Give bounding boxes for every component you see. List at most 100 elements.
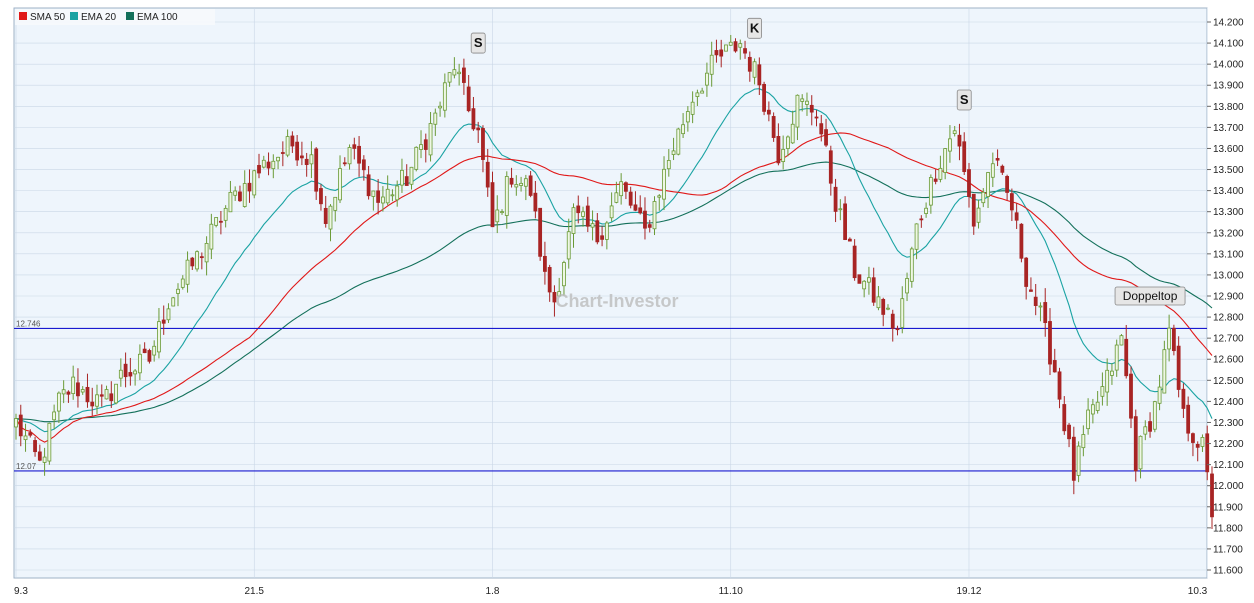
candle-body [357, 145, 361, 164]
candle-body [1143, 426, 1148, 435]
candle-body [33, 440, 37, 453]
annotation: K [747, 17, 762, 39]
candle-body [1086, 409, 1091, 430]
candle-body [714, 50, 719, 56]
candle-body [576, 205, 581, 214]
candle [171, 296, 176, 307]
candle-body [538, 207, 543, 257]
candle-body [847, 238, 852, 242]
candle-body [1048, 321, 1052, 365]
candle-body [895, 328, 900, 331]
candle-body [85, 386, 90, 403]
candle-body [166, 308, 171, 321]
candle-body [919, 218, 924, 221]
y-tick-label: 12.400 [1213, 397, 1244, 408]
candle-body [905, 278, 909, 294]
candle [47, 422, 52, 465]
candle-body [1014, 212, 1019, 221]
candle-body [109, 393, 114, 402]
candle-body [404, 176, 409, 186]
candle-body [671, 150, 676, 155]
candle-body [414, 146, 419, 170]
candle-body [967, 169, 971, 197]
candle-body [685, 111, 690, 123]
candle-body [390, 194, 395, 197]
candle-body [61, 389, 66, 395]
candle-body [733, 41, 738, 52]
candle-body [795, 94, 800, 128]
y-tick-label: 14.000 [1213, 60, 1244, 71]
candle-body [857, 274, 862, 284]
candle-body [338, 168, 342, 201]
candle-body [395, 185, 400, 201]
candle-body [705, 72, 709, 86]
candle-body [862, 280, 867, 290]
candle-body [604, 222, 609, 240]
candle-body [652, 201, 657, 230]
y-tick-label: 14.200 [1213, 18, 1244, 29]
candle-body [104, 389, 109, 400]
candle-body [657, 195, 662, 198]
candle-body [662, 168, 666, 200]
candle-body [99, 394, 104, 397]
candle-body [438, 105, 442, 109]
candle-body [257, 165, 261, 174]
candle-body [347, 147, 352, 165]
candle-body [490, 182, 495, 228]
candle-body [1195, 444, 1200, 448]
candle-body [299, 155, 304, 159]
y-tick-label: 11.900 [1213, 502, 1243, 513]
candle-body [762, 83, 766, 112]
candle [857, 274, 862, 284]
candle-body [766, 109, 771, 115]
candle-body [471, 108, 476, 130]
candle-body [533, 192, 538, 212]
candle [1019, 223, 1024, 263]
candle-body [681, 124, 685, 135]
candle-body [1062, 404, 1067, 432]
candle-body [690, 101, 695, 115]
candle-body [56, 392, 61, 412]
candle [1171, 324, 1176, 356]
candle-body [137, 353, 142, 374]
candle-body [376, 190, 381, 203]
candle-body [619, 181, 624, 197]
y-tick-label: 14.100 [1213, 39, 1244, 50]
candle-body [1009, 193, 1014, 211]
candle-body [428, 123, 433, 156]
candle-body [1052, 360, 1057, 373]
legend-label-ema20: EMA 20 [81, 12, 116, 23]
candle-body [933, 178, 938, 182]
candle-body [500, 211, 504, 214]
candle-body [776, 135, 781, 164]
candle-body [638, 207, 643, 214]
y-tick-label: 13.900 [1213, 81, 1244, 92]
candle-body [214, 217, 219, 226]
candle-body [361, 159, 366, 171]
candle-body [1200, 437, 1205, 447]
candle [762, 81, 766, 116]
y-tick-label: 13.200 [1213, 228, 1244, 239]
candle-body [828, 150, 833, 184]
legend-label-sma50: SMA 50 [30, 12, 65, 23]
candle-body [647, 224, 652, 228]
candle-body [643, 210, 647, 229]
candle-body [118, 369, 123, 379]
candle-body [752, 61, 757, 78]
y-tick-label: 13.600 [1213, 144, 1244, 155]
candle-body [1000, 165, 1005, 173]
candle-body [333, 196, 338, 211]
candle-body [452, 69, 457, 76]
candle-body [1100, 386, 1105, 397]
annotation-label: S [960, 92, 969, 107]
candle-body [514, 184, 519, 188]
candle-body [266, 161, 271, 169]
candle [1133, 409, 1138, 482]
candle-body [814, 116, 819, 119]
candle-body [728, 41, 733, 46]
level-label: 12.746 [16, 319, 41, 328]
candle-body [876, 296, 881, 309]
candle-body [485, 161, 490, 188]
candle-body [352, 144, 357, 149]
candle-body [871, 277, 876, 303]
